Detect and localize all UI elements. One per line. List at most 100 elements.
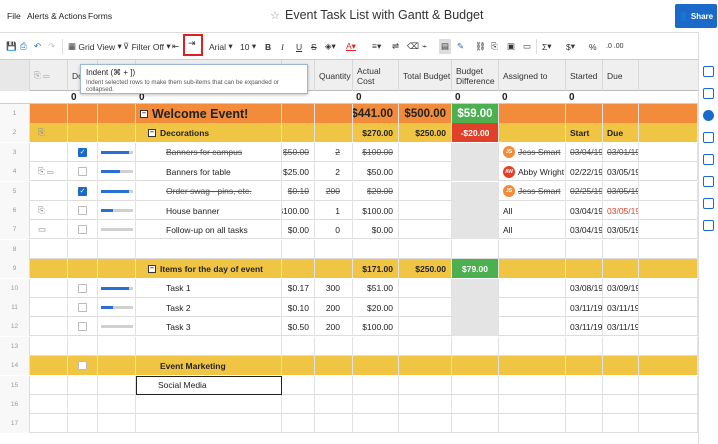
due-cell[interactable] bbox=[603, 414, 639, 434]
name-cell[interactable]: – Decorations bbox=[136, 123, 282, 143]
table-row[interactable]: 4 ⎘ ▭ Banners for table $25.00 2 $50.00 AW Abby… bbox=[0, 162, 698, 182]
unit-cell[interactable] bbox=[282, 123, 315, 143]
prog-cell[interactable] bbox=[98, 356, 136, 376]
share-button[interactable]: 👤 Share bbox=[675, 4, 717, 28]
budget-cell[interactable] bbox=[399, 375, 452, 395]
done-checkbox[interactable] bbox=[78, 303, 87, 312]
qty-cell[interactable] bbox=[315, 336, 353, 356]
actual-cell[interactable] bbox=[353, 375, 399, 395]
assigned-cell[interactable] bbox=[499, 239, 566, 259]
qty-cell[interactable] bbox=[315, 123, 353, 143]
row-number[interactable]: 9 bbox=[0, 259, 30, 279]
started-cell[interactable] bbox=[566, 104, 603, 123]
name-cell[interactable]: Follow-up on all tasks bbox=[136, 220, 282, 240]
budget-cell[interactable] bbox=[399, 201, 452, 220]
extra-cell[interactable] bbox=[639, 162, 698, 182]
row-number[interactable]: 17 bbox=[0, 414, 30, 434]
att-cell[interactable]: ⎘ ▭ bbox=[30, 162, 68, 182]
extra-cell[interactable] bbox=[639, 356, 698, 376]
started-cell[interactable]: 03/11/19 bbox=[566, 298, 603, 317]
qty-cell[interactable] bbox=[315, 259, 353, 279]
qty-cell[interactable]: 300 bbox=[315, 278, 353, 298]
table-row[interactable]: 1 – Welcome Event! $441.00 $500.00 $59.00 bbox=[0, 104, 698, 123]
unit-cell[interactable]: $0.10 bbox=[282, 298, 315, 317]
budget-cell[interactable] bbox=[399, 395, 452, 414]
prog-cell[interactable] bbox=[98, 395, 136, 414]
assigned-cell[interactable]: JS Jess Smart bbox=[499, 181, 566, 201]
prog-cell[interactable] bbox=[98, 104, 136, 123]
extra-cell[interactable] bbox=[639, 375, 698, 395]
diff-cell[interactable] bbox=[452, 162, 499, 182]
row-number[interactable]: 7 bbox=[0, 220, 30, 240]
row-number[interactable]: 2 bbox=[0, 123, 30, 143]
assigned-cell[interactable]: All bbox=[499, 220, 566, 240]
assigned-cell[interactable]: AW Abby Wright bbox=[499, 162, 566, 182]
prog-cell[interactable] bbox=[98, 162, 136, 182]
align-icon[interactable]: ≡▾ bbox=[372, 39, 381, 54]
done-cell[interactable]: ✓ bbox=[68, 181, 98, 201]
due-cell[interactable]: 03/11/19 bbox=[603, 317, 639, 337]
text-color-icon[interactable]: A▾ bbox=[346, 39, 356, 54]
done-cell[interactable] bbox=[68, 239, 98, 259]
unit-cell[interactable] bbox=[282, 375, 315, 395]
row-number[interactable]: 13 bbox=[0, 336, 30, 356]
started-cell[interactable]: 03/08/19 bbox=[566, 278, 603, 298]
extra-cell[interactable] bbox=[639, 239, 698, 259]
table-row[interactable]: 7 ▭ Follow-up on all tasks $0.00 0 $0.00 All 0… bbox=[0, 220, 698, 240]
qty-cell[interactable]: 2 bbox=[315, 142, 353, 162]
gantt-icon[interactable]: ▤ bbox=[439, 39, 452, 54]
due-cell[interactable] bbox=[603, 104, 639, 123]
qty-cell[interactable] bbox=[315, 239, 353, 259]
due-cell[interactable]: 03/05/19 bbox=[603, 201, 639, 220]
budget-cell[interactable] bbox=[399, 142, 452, 162]
fill-color-icon[interactable]: ◈▾ bbox=[325, 39, 336, 54]
unit-cell[interactable] bbox=[282, 259, 315, 279]
actual-cell[interactable]: $20.00 bbox=[353, 181, 399, 201]
prog-cell[interactable] bbox=[98, 317, 136, 337]
extra-cell[interactable] bbox=[639, 336, 698, 356]
proofs-panel-icon[interactable] bbox=[703, 132, 714, 143]
menu-file[interactable]: File bbox=[7, 11, 21, 21]
unit-cell[interactable]: $0.10 bbox=[282, 181, 315, 201]
assigned-cell[interactable] bbox=[499, 317, 566, 337]
menu-alerts-actions[interactable]: Alerts & Actions bbox=[27, 11, 87, 21]
font-size-dropdown[interactable]: 10 ▾ bbox=[240, 39, 256, 54]
row-number[interactable]: 6 bbox=[0, 201, 30, 220]
row-number[interactable]: 8 bbox=[0, 239, 30, 259]
bold-button[interactable]: B bbox=[265, 39, 271, 54]
diff-cell[interactable] bbox=[452, 336, 499, 356]
diff-cell[interactable] bbox=[452, 239, 499, 259]
done-checkbox[interactable]: ✓ bbox=[78, 147, 87, 157]
done-cell[interactable] bbox=[68, 336, 98, 356]
started-cell[interactable] bbox=[566, 239, 603, 259]
table-row[interactable]: 6 ⎘ House banner $100.00 1 $100.00 All 03/04/19… bbox=[0, 201, 698, 220]
budget-cell[interactable] bbox=[399, 336, 452, 356]
row-number[interactable]: 3 bbox=[0, 142, 30, 162]
diff-cell[interactable] bbox=[452, 142, 499, 162]
qty-cell[interactable] bbox=[315, 395, 353, 414]
attachment-icon[interactable]: ⎘ bbox=[38, 205, 45, 216]
done-checkbox[interactable]: ✓ bbox=[78, 186, 87, 196]
unit-cell[interactable]: $25.00 bbox=[282, 162, 315, 182]
due-cell[interactable]: 03/09/19 bbox=[603, 278, 639, 298]
due-cell[interactable] bbox=[603, 395, 639, 414]
table-row[interactable]: 11 Task 2 $0.10 200 $20.00 03/11/19 03/11/19 bbox=[0, 298, 698, 317]
assigned-to-header[interactable]: Assigned to bbox=[499, 60, 566, 91]
due-cell[interactable] bbox=[603, 375, 639, 395]
underline-button[interactable]: U bbox=[296, 39, 302, 54]
done-cell[interactable] bbox=[68, 298, 98, 317]
due-cell[interactable] bbox=[603, 239, 639, 259]
extra-cell[interactable] bbox=[639, 123, 698, 143]
qty-cell[interactable]: 200 bbox=[315, 317, 353, 337]
actual-cost-header[interactable]: Actual Cost bbox=[353, 60, 399, 91]
favorite-star-icon[interactable]: ☆ bbox=[270, 9, 280, 22]
att-cell[interactable] bbox=[30, 375, 68, 395]
diff-cell[interactable] bbox=[452, 375, 499, 395]
actual-cell[interactable]: $100.00 bbox=[353, 317, 399, 337]
attachment-icon[interactable]: ⎘ bbox=[491, 39, 498, 54]
assigned-cell[interactable] bbox=[499, 336, 566, 356]
name-cell[interactable]: Banners for campus bbox=[136, 142, 282, 162]
print-icon[interactable]: ⎙ bbox=[20, 39, 27, 54]
prog-cell[interactable] bbox=[98, 375, 136, 395]
prog-cell[interactable] bbox=[98, 142, 136, 162]
